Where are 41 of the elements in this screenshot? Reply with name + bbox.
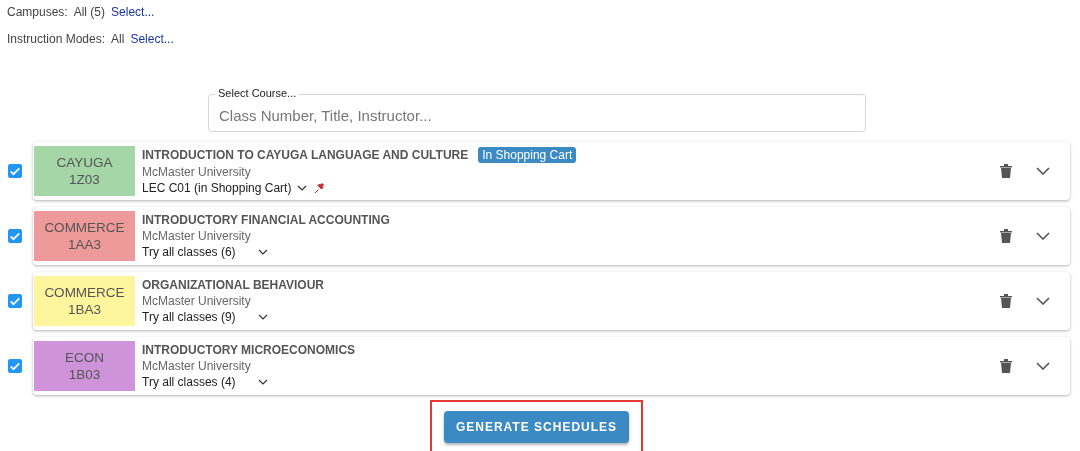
delete-icon[interactable] xyxy=(1000,229,1012,243)
expand-icon[interactable] xyxy=(1036,232,1050,240)
course-code-tag: CAYUGA 1Z03 xyxy=(34,146,135,196)
course-code-tag: ECON 1B03 xyxy=(34,341,135,391)
checkbox[interactable] xyxy=(8,164,22,178)
course-title: INTRODUCTORY FINANCIAL ACCOUNTING xyxy=(142,213,390,227)
school-name: McMaster University xyxy=(142,229,252,243)
filter-value: All (5) xyxy=(73,5,106,19)
school-name: McMaster University xyxy=(142,165,252,179)
expand-icon[interactable] xyxy=(1036,362,1050,370)
select-link[interactable]: Select... xyxy=(130,32,174,46)
class-dropdown[interactable]: Try all classes (9) xyxy=(142,310,268,324)
course-title: ORGANIZATIONAL BEHAVIOUR xyxy=(142,278,324,292)
chevron-icon xyxy=(297,185,308,191)
class-dropdown[interactable]: LEC C01 (in Shopping Cart) xyxy=(142,181,308,195)
class-dropdown[interactable]: Try all classes (6) xyxy=(142,245,268,259)
chevron-icon xyxy=(257,314,268,320)
course-code-tag: COMMERCE 1AA3 xyxy=(34,211,135,261)
expand-icon[interactable] xyxy=(1036,297,1050,305)
school-name: McMaster University xyxy=(142,294,252,308)
school-name: McMaster University xyxy=(142,359,252,373)
course-title: INTRODUCTORY MICROECONOMICS xyxy=(142,343,356,357)
filter-label: Campuses: xyxy=(7,5,68,19)
class-dropdown[interactable]: Try all classes (4) xyxy=(142,375,268,389)
expand-icon[interactable] xyxy=(1036,167,1050,175)
select-link[interactable]: Select... xyxy=(111,5,155,19)
status-badge: In Shopping Cart xyxy=(478,147,577,163)
filter-value: All xyxy=(111,32,125,46)
delete-icon[interactable] xyxy=(1000,294,1012,308)
chevron-icon xyxy=(257,249,268,255)
field-label: Select Course... xyxy=(215,87,300,100)
checkbox[interactable] xyxy=(8,359,22,373)
course-title: INTRODUCTION TO CAYUGA LANGUAGE AND CULTURE xyxy=(142,148,469,162)
course-code-tag: COMMERCE 1BA3 xyxy=(34,276,135,326)
generate-schedules-button[interactable]: GENERATE SCHEDULES xyxy=(443,411,630,443)
delete-icon[interactable] xyxy=(1000,359,1012,373)
chevron-icon xyxy=(257,379,268,385)
checkbox[interactable] xyxy=(8,229,22,243)
delete-icon[interactable] xyxy=(1000,164,1012,178)
checkbox[interactable] xyxy=(8,294,22,308)
filter-label: Instruction Modes: xyxy=(7,32,106,46)
